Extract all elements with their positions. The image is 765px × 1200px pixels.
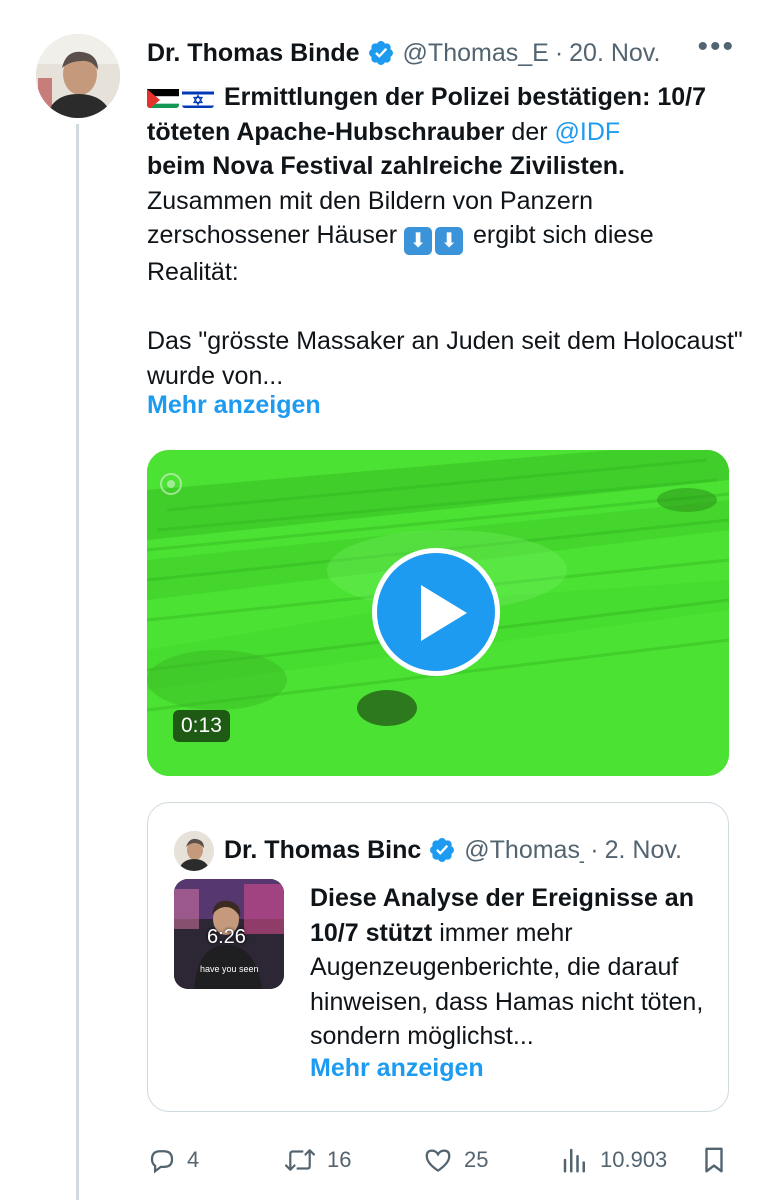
- quoted-author-avatar: [174, 831, 214, 871]
- quoted-video-thumbnail[interactable]: have you seen 6:26: [174, 879, 284, 989]
- author-name[interactable]: Dr. Thomas Binde: [147, 39, 360, 68]
- text-bold-1: Ermittlungen der Polizei bestätigen: 10/…: [147, 83, 706, 146]
- quoted-tweet[interactable]: Dr. Thomas Binc @Thomas_ · 2. Nov. have …: [147, 802, 729, 1112]
- author-avatar[interactable]: [36, 34, 120, 118]
- retweet-icon: [284, 1149, 316, 1171]
- reply-button[interactable]: 4: [147, 1140, 199, 1180]
- verified-badge-icon: [430, 838, 455, 862]
- separator-dot: ·: [590, 835, 599, 864]
- reply-icon: [150, 1150, 174, 1174]
- quoted-show-more-link[interactable]: Mehr anzeigen: [310, 1054, 484, 1083]
- reply-count: 4: [187, 1147, 200, 1172]
- views-count: 10.903: [600, 1147, 668, 1172]
- play-button[interactable]: [372, 548, 500, 676]
- quoted-tweet-header: Dr. Thomas Binc @Thomas_ · 2. Nov.: [224, 831, 714, 869]
- quoted-author-name: Dr. Thomas Binc: [224, 835, 422, 864]
- israel-flag-icon: [182, 86, 214, 108]
- mention-idf[interactable]: @IDF: [555, 118, 621, 146]
- retweet-count: 16: [327, 1147, 352, 1172]
- heart-icon: [425, 1149, 451, 1172]
- action-bar: 4 16 25 10.903: [147, 1140, 737, 1180]
- separator-dot: ·: [554, 38, 564, 67]
- quoted-author-handle: @Thomas_: [464, 835, 585, 864]
- bookmark-icon: [705, 1147, 723, 1173]
- text-bold-2: beim Nova Festival zahlreiche Zivilisten…: [147, 152, 625, 180]
- thread-line: [76, 124, 79, 1200]
- quoted-tweet-date: 2. Nov.: [604, 835, 682, 864]
- thumbnail-caption: have you seen: [200, 964, 259, 974]
- palestine-flag-icon: [147, 86, 179, 108]
- tweet-text: Ermittlungen der Polizei bestätigen: 10/…: [147, 80, 747, 393]
- quoted-avatar-photo: [174, 831, 214, 871]
- play-icon: [421, 585, 467, 641]
- bookmark-button[interactable]: [699, 1140, 739, 1180]
- text-plain-1: der: [504, 117, 555, 146]
- verified-badge-icon: [368, 41, 393, 65]
- views-chart-icon: [563, 1148, 585, 1173]
- down-arrow-icon: ⬇: [404, 227, 433, 255]
- quoted-tweet-text: Diese Analyse der Ereignisse an 10/7 stü…: [310, 881, 715, 1054]
- author-handle[interactable]: @Thomas_E: [403, 39, 549, 68]
- avatar-photo: [36, 34, 120, 118]
- text-paragraph-2: Das "grösste Massaker an Juden seit dem …: [147, 327, 743, 390]
- tweet-date[interactable]: 20. Nov.: [569, 39, 660, 68]
- video-duration: 0:13: [173, 710, 230, 742]
- like-count: 25: [464, 1147, 489, 1172]
- like-button[interactable]: 25: [422, 1140, 488, 1180]
- more-options-icon[interactable]: •••: [697, 30, 735, 64]
- show-more-link[interactable]: Mehr anzeigen: [147, 391, 321, 420]
- retweet-button[interactable]: 16: [283, 1140, 351, 1180]
- tweet-header: Dr. Thomas Binde @Thomas_E · 20. Nov. ••…: [147, 30, 747, 70]
- down-arrow-icon: ⬇: [435, 227, 464, 255]
- views-button[interactable]: 10.903: [560, 1140, 667, 1180]
- quoted-video-duration: 6:26: [207, 926, 246, 948]
